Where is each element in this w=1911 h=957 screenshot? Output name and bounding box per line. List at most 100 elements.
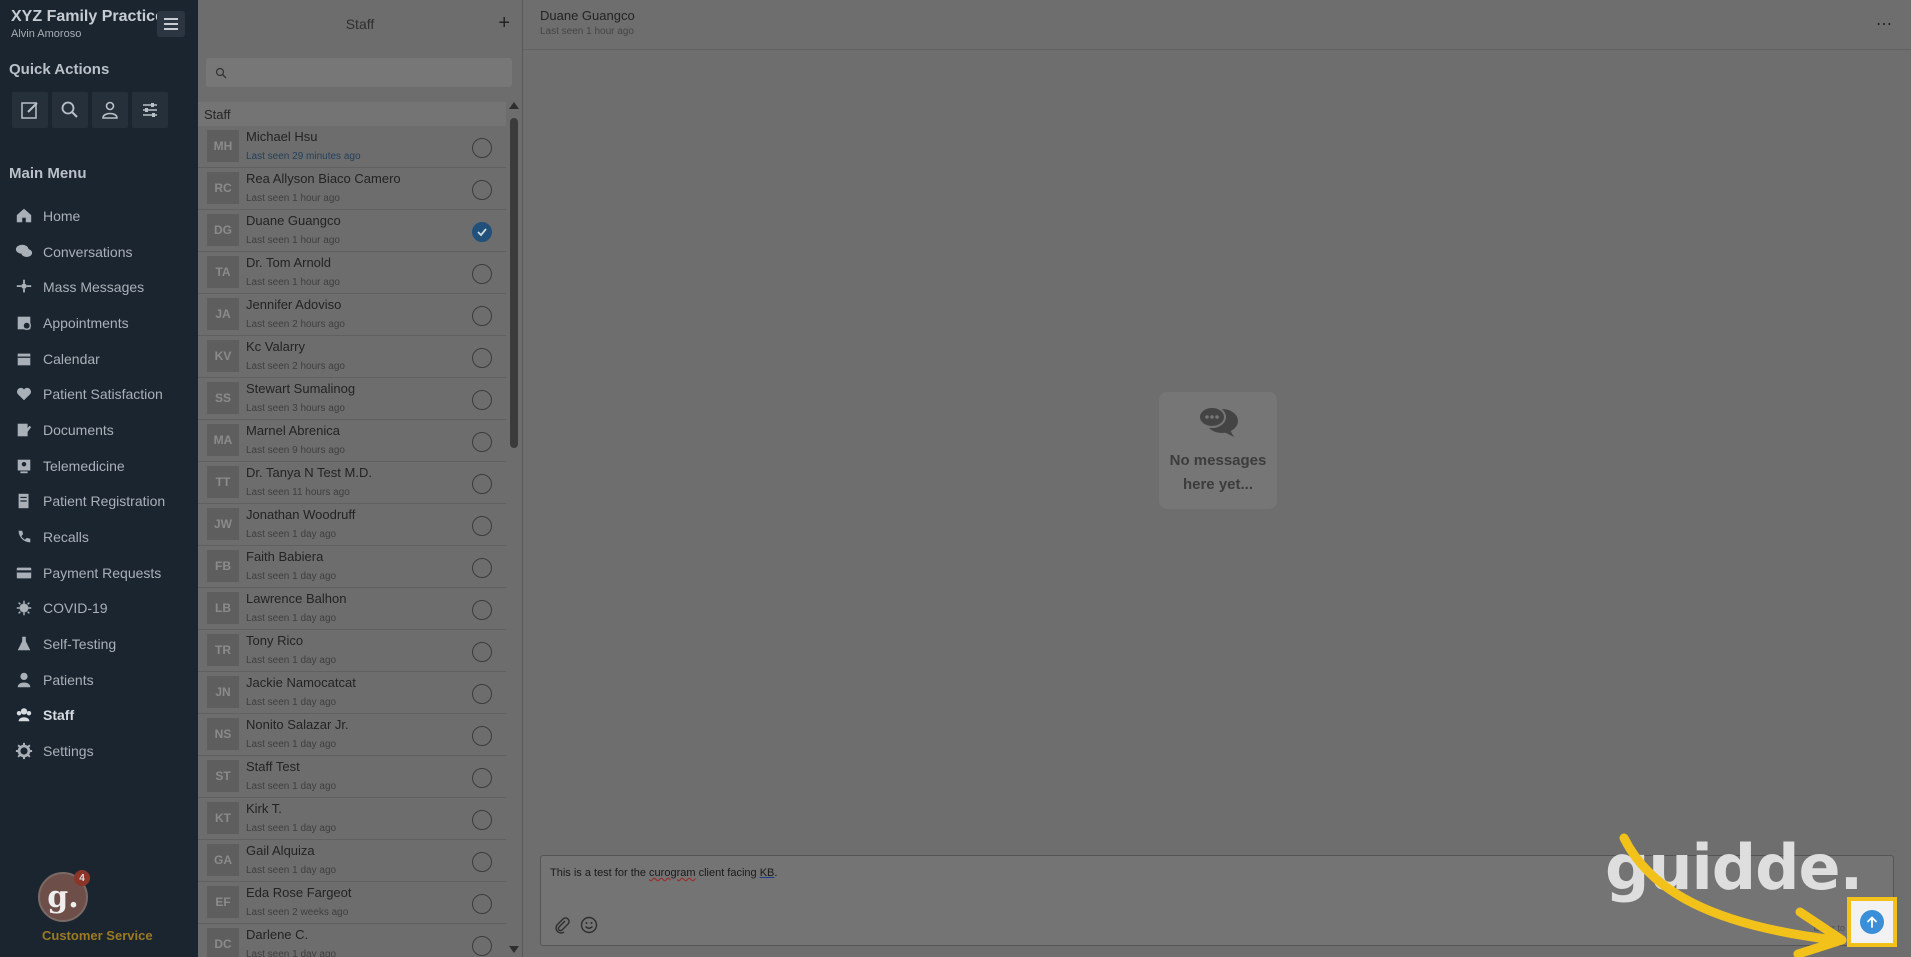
- select-radio[interactable]: [472, 348, 492, 368]
- menu-item-staff[interactable]: Staff: [0, 698, 198, 734]
- staff-row[interactable]: JN Jackie Namocatcat Last seen 1 day ago: [198, 672, 506, 714]
- menu-item-recalls[interactable]: Recalls: [0, 519, 198, 555]
- select-radio[interactable]: [472, 894, 492, 914]
- compose-button[interactable]: [12, 92, 48, 128]
- staff-row[interactable]: GA Gail Alquiza Last seen 1 day ago: [198, 840, 506, 882]
- staff-row[interactable]: LB Lawrence Balhon Last seen 1 day ago: [198, 588, 506, 630]
- select-radio[interactable]: [472, 726, 492, 746]
- staff-row[interactable]: DC Darlene C. Last seen 1 day ago: [198, 924, 506, 957]
- menu-item-patients[interactable]: Patients: [0, 662, 198, 698]
- menu-item-label: Conversations: [43, 243, 133, 260]
- menu-item-label: Payment Requests: [43, 564, 162, 581]
- staff-last-seen: Last seen 1 hour ago: [246, 235, 340, 246]
- menu-item-settings[interactable]: Settings: [0, 733, 198, 769]
- quick-search-button[interactable]: [52, 92, 88, 128]
- staff-row[interactable]: TT Dr. Tanya N Test M.D. Last seen 11 hour…: [198, 462, 506, 504]
- menu-item-covid-19[interactable]: COVID-19: [0, 591, 198, 627]
- staff-last-seen: Last seen 1 day ago: [246, 571, 337, 582]
- avatar: TA: [207, 256, 239, 288]
- staff-last-seen: Last seen 1 day ago: [246, 529, 337, 540]
- select-radio[interactable]: [472, 810, 492, 830]
- message-text-area[interactable]: This is a test for the curogram client f…: [550, 867, 777, 879]
- attach-button[interactable]: [553, 916, 571, 939]
- select-radio[interactable]: [472, 390, 492, 410]
- scroll-thumb[interactable]: [510, 118, 518, 448]
- select-radio[interactable]: [472, 600, 492, 620]
- staff-row[interactable]: TR Tony Rico Last seen 1 day ago: [198, 630, 506, 672]
- kb-link[interactable]: KB: [760, 867, 775, 879]
- select-radio[interactable]: [472, 306, 492, 326]
- staff-search-input[interactable]: [206, 58, 512, 87]
- documents-icon: [14, 422, 34, 438]
- staff-row[interactable]: JA Jennifer Adoviso Last seen 2 hours ago: [198, 294, 506, 336]
- select-radio[interactable]: [472, 684, 492, 704]
- avatar: SS: [207, 382, 239, 414]
- empty-message: No messages here yet...: [1169, 452, 1267, 493]
- add-patient-button[interactable]: [92, 92, 128, 128]
- staff-row[interactable]: TA Dr. Tom Arnold Last seen 1 hour ago: [198, 252, 506, 294]
- avatar: EF: [207, 886, 239, 918]
- filters-button[interactable]: [132, 92, 168, 128]
- menu-item-patient-satisfaction[interactable]: Patient Satisfaction: [0, 376, 198, 412]
- staff-row[interactable]: DG Duane Guangco Last seen 1 hour ago: [198, 210, 506, 252]
- select-radio[interactable]: [472, 558, 492, 578]
- send-button[interactable]: [1847, 897, 1897, 947]
- emoji-button[interactable]: [580, 916, 598, 939]
- sliders-icon: [143, 103, 157, 117]
- scroll-down-icon[interactable]: [509, 946, 519, 953]
- menu-item-appointments[interactable]: Appointments: [0, 305, 198, 341]
- staff-last-seen: Last seen 1 day ago: [246, 613, 337, 624]
- select-radio[interactable]: [472, 432, 492, 452]
- select-radio[interactable]: [472, 852, 492, 872]
- more-options-button[interactable]: ⋯: [1876, 14, 1893, 34]
- select-radio[interactable]: [472, 180, 492, 200]
- avatar: ST: [207, 760, 239, 792]
- scroll-up-icon[interactable]: [509, 102, 519, 109]
- staff-name: Darlene C.: [246, 927, 309, 942]
- select-radio[interactable]: [472, 768, 492, 788]
- select-radio[interactable]: [472, 264, 492, 284]
- staff-row[interactable]: KV Kc Valarry Last seen 2 hours ago: [198, 336, 506, 378]
- patient-icon: [102, 101, 118, 119]
- avatar: GA: [207, 844, 239, 876]
- select-radio[interactable]: [472, 138, 492, 158]
- menu-item-label: Patient Registration: [43, 493, 166, 510]
- staff-row[interactable]: KT Kirk T. Last seen 1 day ago: [198, 798, 506, 840]
- staff-row[interactable]: JW Jonathan Woodruff Last seen 1 day ago: [198, 504, 506, 546]
- select-radio[interactable]: [472, 516, 492, 536]
- staff-name: Rea Allyson Biaco Camero: [246, 171, 401, 186]
- menu-item-mass-messages[interactable]: Mass Messages: [0, 269, 198, 305]
- staff-row[interactable]: ST Staff Test Last seen 1 day ago: [198, 756, 506, 798]
- add-staff-button[interactable]: +: [498, 12, 510, 35]
- select-radio[interactable]: [472, 642, 492, 662]
- staff-list-scrollbar[interactable]: [507, 98, 521, 957]
- select-radio[interactable]: [472, 474, 492, 494]
- customer-service[interactable]: g. 4 Customer Service: [38, 870, 158, 943]
- staff-row[interactable]: SS Stewart Sumalinog Last seen 3 hours ago: [198, 378, 506, 420]
- menu-item-calendar[interactable]: Calendar: [0, 341, 198, 377]
- menu-item-label: Self-Testing: [43, 636, 117, 653]
- menu-item-patient-registration[interactable]: Patient Registration: [0, 484, 198, 520]
- staff-row[interactable]: MH Michael Hsu Last seen 29 minutes ago: [198, 126, 506, 168]
- menu-item-payment-requests[interactable]: Payment Requests: [0, 555, 198, 591]
- select-radio[interactable]: [472, 222, 492, 242]
- staff-panel-header: Staff +: [198, 0, 522, 48]
- staff-row[interactable]: FB Faith Babiera Last seen 1 day ago: [198, 546, 506, 588]
- menu-item-self-testing[interactable]: Self-Testing: [0, 626, 198, 662]
- staff-row[interactable]: MA Marnel Abrenica Last seen 9 hours ago: [198, 420, 506, 462]
- compose-icon: [21, 102, 38, 119]
- menu-item-documents[interactable]: Documents: [0, 412, 198, 448]
- guide-arrow-icon: [1619, 833, 1847, 957]
- menu-toggle-button[interactable]: [157, 11, 185, 37]
- menu-item-conversations[interactable]: Conversations: [0, 234, 198, 270]
- search-icon: [215, 67, 227, 78]
- phone-icon: [14, 529, 34, 545]
- staff-row[interactable]: RC Rea Allyson Biaco Camero Last seen 1 ho…: [198, 168, 506, 210]
- menu-item-telemedicine[interactable]: Telemedicine: [0, 448, 198, 484]
- staff-row[interactable]: NS Nonito Salazar Jr. Last seen 1 day ago: [198, 714, 506, 756]
- staff-row[interactable]: EF Eda Rose Fargeot Last seen 2 weeks ago: [198, 882, 506, 924]
- staff-name: Jonathan Woodruff: [246, 507, 356, 522]
- staff-last-seen: Last seen 1 day ago: [246, 823, 337, 834]
- menu-item-home[interactable]: Home: [0, 198, 198, 234]
- select-radio[interactable]: [472, 936, 492, 956]
